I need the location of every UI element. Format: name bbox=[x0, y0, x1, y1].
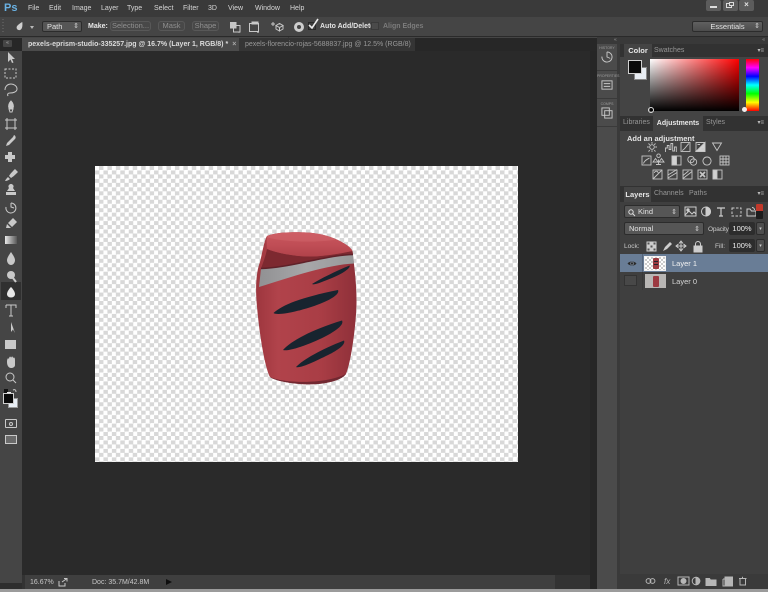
svg-text:fx: fx bbox=[664, 577, 671, 586]
